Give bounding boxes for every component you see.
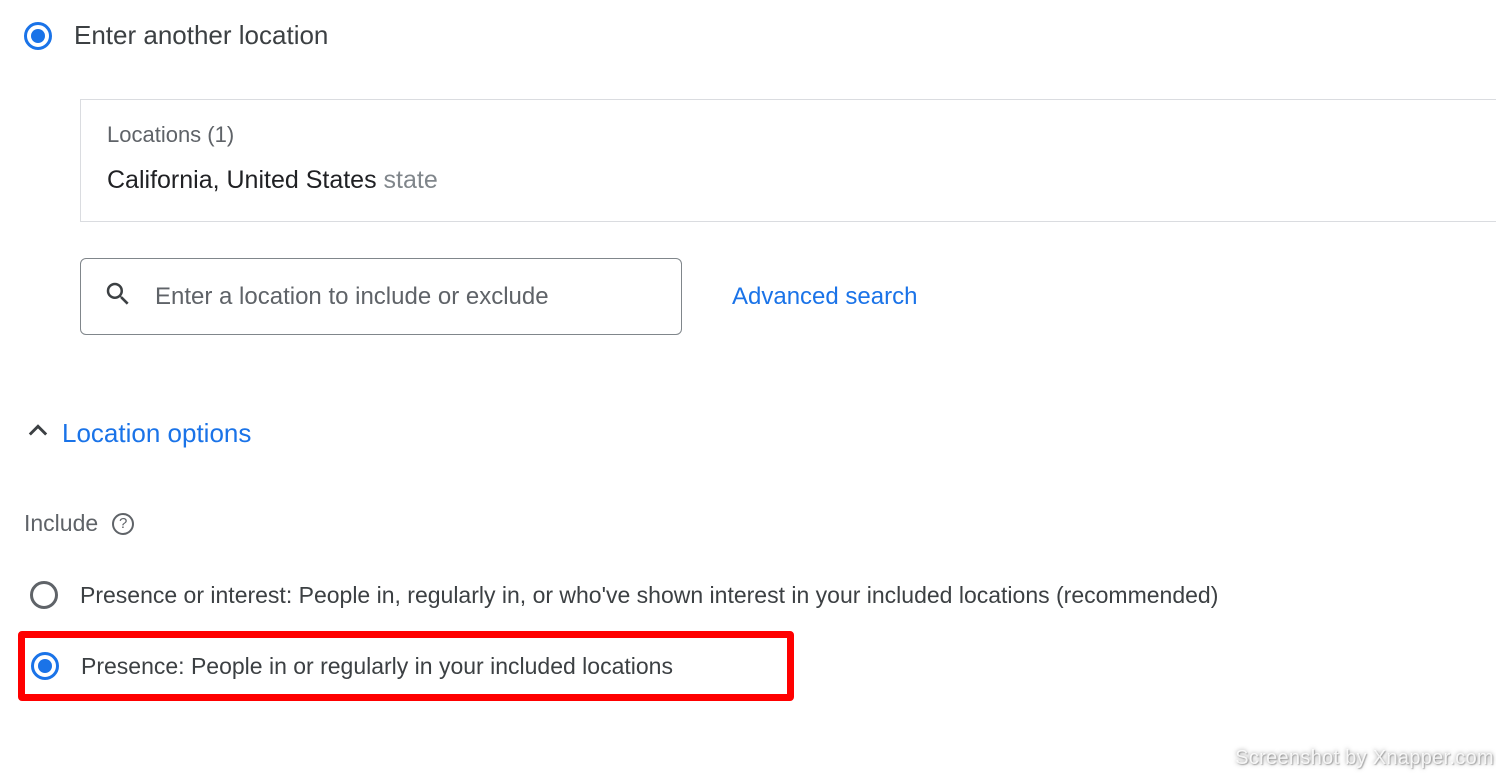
locations-header: Locations (1): [107, 122, 1470, 148]
include-row: Include ?: [24, 510, 1496, 537]
location-options-title: Location options: [62, 418, 251, 449]
enter-another-location-row: Enter another location: [24, 20, 1496, 51]
presence-radio[interactable]: [31, 652, 59, 680]
search-icon: [103, 279, 133, 314]
presence-or-interest-label: Presence or interest: People in, regular…: [80, 582, 1218, 609]
help-icon[interactable]: ?: [112, 513, 134, 535]
option-presence-or-interest[interactable]: Presence or interest: People in, regular…: [24, 573, 1496, 617]
enter-another-location-radio[interactable]: [24, 22, 52, 50]
option-presence[interactable]: Presence: People in or regularly in your…: [18, 631, 794, 701]
location-name: California, United States: [107, 166, 377, 194]
advanced-search-link[interactable]: Advanced search: [732, 283, 917, 311]
enter-another-location-label: Enter another location: [74, 20, 328, 51]
presence-label: Presence: People in or regularly in your…: [81, 653, 673, 680]
presence-or-interest-radio[interactable]: [30, 581, 58, 609]
locations-panel: Locations (1) California, United States …: [80, 99, 1496, 222]
include-label: Include: [24, 510, 98, 537]
location-type: state: [384, 166, 438, 194]
location-search-input[interactable]: Enter a location to include or exclude: [80, 258, 682, 335]
watermark: Screenshot by Xnapper.com: [1235, 747, 1494, 770]
chevron-up-icon: [24, 417, 52, 450]
search-row: Enter a location to include or exclude A…: [80, 258, 1496, 335]
search-placeholder: Enter a location to include or exclude: [155, 283, 549, 311]
location-entry[interactable]: California, United States state: [107, 166, 1470, 195]
location-options-toggle[interactable]: Location options: [24, 417, 1496, 450]
